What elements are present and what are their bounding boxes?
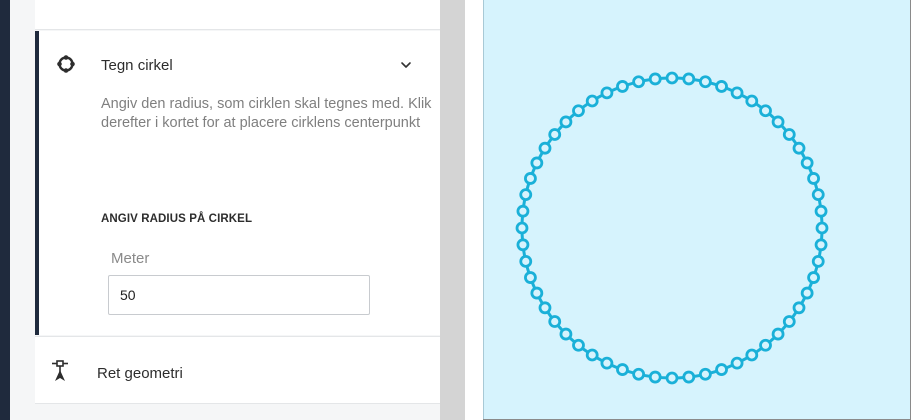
previous-tool-card[interactable]: [35, 0, 440, 30]
circle-vertex[interactable]: [800, 156, 814, 170]
circle-vertex[interactable]: [515, 221, 529, 235]
edit-geometry-card[interactable]: Ret geometri: [35, 336, 440, 404]
draw-circle-card[interactable]: Tegn cirkel Angiv den radius, som cirkle…: [35, 31, 440, 335]
circle-vertex[interactable]: [800, 286, 814, 300]
draw-circle-description: Angiv den radius, som cirklen skal tegne…: [101, 96, 432, 131]
circle-vertex[interactable]: [759, 338, 772, 352]
map-canvas[interactable]: [483, 0, 910, 419]
drawn-circle[interactable]: [484, 0, 911, 419]
circle-vertex[interactable]: [771, 115, 785, 129]
circle-vertex[interactable]: [814, 204, 828, 218]
circle-vertex[interactable]: [814, 238, 828, 252]
circle-vertex[interactable]: [665, 371, 679, 385]
circle-vertex[interactable]: [745, 348, 759, 362]
circle-vertex[interactable]: [585, 94, 599, 108]
circle-vertex[interactable]: [759, 104, 772, 118]
edit-geometry-title[interactable]: Ret geometri: [97, 365, 183, 382]
circle-vertex[interactable]: [682, 72, 696, 86]
circle-vertex[interactable]: [811, 188, 825, 202]
circle-vertex[interactable]: [792, 301, 806, 315]
map-gutter: [465, 0, 483, 420]
circle-vertex[interactable]: [572, 104, 585, 118]
circle-vertex[interactable]: [616, 363, 629, 376]
edit-geometry-icon: [52, 360, 68, 381]
circle-vertex[interactable]: [807, 172, 820, 185]
circle-vertex[interactable]: [516, 204, 530, 218]
circle-vertex[interactable]: [745, 94, 759, 108]
circle-vertex[interactable]: [715, 363, 728, 376]
circle-vertex[interactable]: [632, 367, 646, 381]
panel-divider[interactable]: [440, 0, 465, 420]
circle-vertex[interactable]: [548, 128, 562, 141]
circle-vertex[interactable]: [782, 128, 796, 141]
circle-vertex[interactable]: [807, 271, 820, 284]
tool-list: Tegn cirkel Angiv den radius, som cirkle…: [35, 0, 440, 420]
circle-vertex[interactable]: [715, 80, 728, 93]
circle-vertex[interactable]: [524, 271, 537, 284]
radius-input[interactable]: [108, 275, 370, 315]
draw-circle-title[interactable]: Tegn cirkel: [101, 57, 173, 74]
circle-vertex[interactable]: [519, 188, 533, 202]
circle-vertex[interactable]: [572, 338, 585, 352]
circle-vertex[interactable]: [632, 75, 646, 89]
circle-vertex[interactable]: [815, 221, 829, 235]
radius-section-label: ANGIV RADIUS PÅ CIRKEL: [101, 213, 253, 225]
circle-vertex[interactable]: [698, 367, 712, 381]
chevron-down-icon[interactable]: [399, 58, 413, 72]
circle-vertex[interactable]: [519, 254, 533, 268]
circle-tool-icon: [57, 55, 75, 73]
circle-vertex[interactable]: [530, 286, 544, 300]
circle-vertex[interactable]: [600, 86, 614, 100]
circle-vertex[interactable]: [792, 141, 806, 155]
circle-vertex[interactable]: [811, 254, 825, 268]
circle-vertex[interactable]: [730, 86, 744, 100]
circle-vertex[interactable]: [530, 156, 544, 170]
circle-vertex[interactable]: [548, 315, 562, 328]
circle-vertex[interactable]: [648, 370, 662, 384]
circle-vertex[interactable]: [665, 71, 679, 85]
circle-vertex[interactable]: [538, 141, 552, 155]
circle-vertex[interactable]: [682, 370, 696, 384]
circle-vertex[interactable]: [516, 238, 530, 252]
circle-vertex[interactable]: [771, 327, 785, 341]
circle-vertex[interactable]: [559, 115, 573, 129]
circle-vertex[interactable]: [538, 301, 552, 315]
circle-vertex[interactable]: [730, 356, 744, 370]
circle-vertex[interactable]: [782, 315, 796, 328]
circle-vertex[interactable]: [559, 327, 573, 341]
left-nav-bar: [0, 0, 10, 420]
circle-vertex[interactable]: [600, 356, 614, 370]
circle-vertex[interactable]: [524, 172, 537, 185]
circle-vertex[interactable]: [698, 75, 712, 89]
unit-label: Meter: [111, 250, 150, 267]
tool-panel: Tegn cirkel Angiv den radius, som cirkle…: [10, 0, 440, 420]
circle-vertex[interactable]: [616, 80, 629, 93]
circle-vertex[interactable]: [585, 348, 599, 362]
circle-vertex[interactable]: [648, 72, 662, 86]
